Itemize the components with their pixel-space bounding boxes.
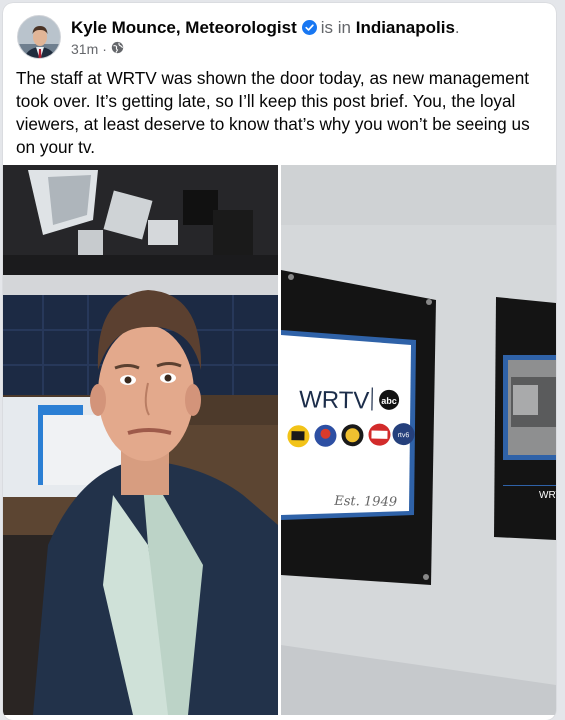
sign-signature: Est. 1949 xyxy=(333,494,397,510)
photo-selfie[interactable] xyxy=(3,165,278,715)
post-card: Kyle Mounce, Meteorologist is in Indianap… xyxy=(3,3,556,720)
is-in-text: is in xyxy=(320,18,351,37)
author-name[interactable]: Kyle Mounce, Meteorologist xyxy=(71,18,297,37)
avatar-photo xyxy=(18,16,60,58)
post-time[interactable]: 31m xyxy=(71,41,98,57)
meta-dot: · xyxy=(102,41,107,57)
photo-sign[interactable]: WRTV abc rtv6 Est. 1949 WR xyxy=(281,165,556,715)
post-meta: 31m · xyxy=(71,41,124,57)
frame2-text: WRT xyxy=(539,490,556,501)
sign-wrtv-text: WRTV xyxy=(299,386,370,414)
author-line: Kyle Mounce, Meteorologist is in Indianap… xyxy=(71,18,460,40)
abc-logo-text: abc xyxy=(381,396,397,406)
globe-icon[interactable] xyxy=(111,41,124,57)
selfie-image xyxy=(3,165,278,715)
post-header: Kyle Mounce, Meteorologist is in Indianap… xyxy=(17,15,542,63)
location-link[interactable]: Indianapolis xyxy=(356,18,455,37)
photo-grid: WRTV abc rtv6 Est. 1949 WR xyxy=(3,165,556,720)
author-avatar[interactable] xyxy=(17,15,61,59)
rtv6-badge-text: rtv6 xyxy=(398,432,410,439)
verified-badge-icon xyxy=(301,20,317,40)
post-text: The staff at WRTV was shown the door tod… xyxy=(16,68,530,157)
sign-image: WRTV abc rtv6 Est. 1949 WR xyxy=(281,165,556,715)
location-suffix: . xyxy=(454,18,460,37)
